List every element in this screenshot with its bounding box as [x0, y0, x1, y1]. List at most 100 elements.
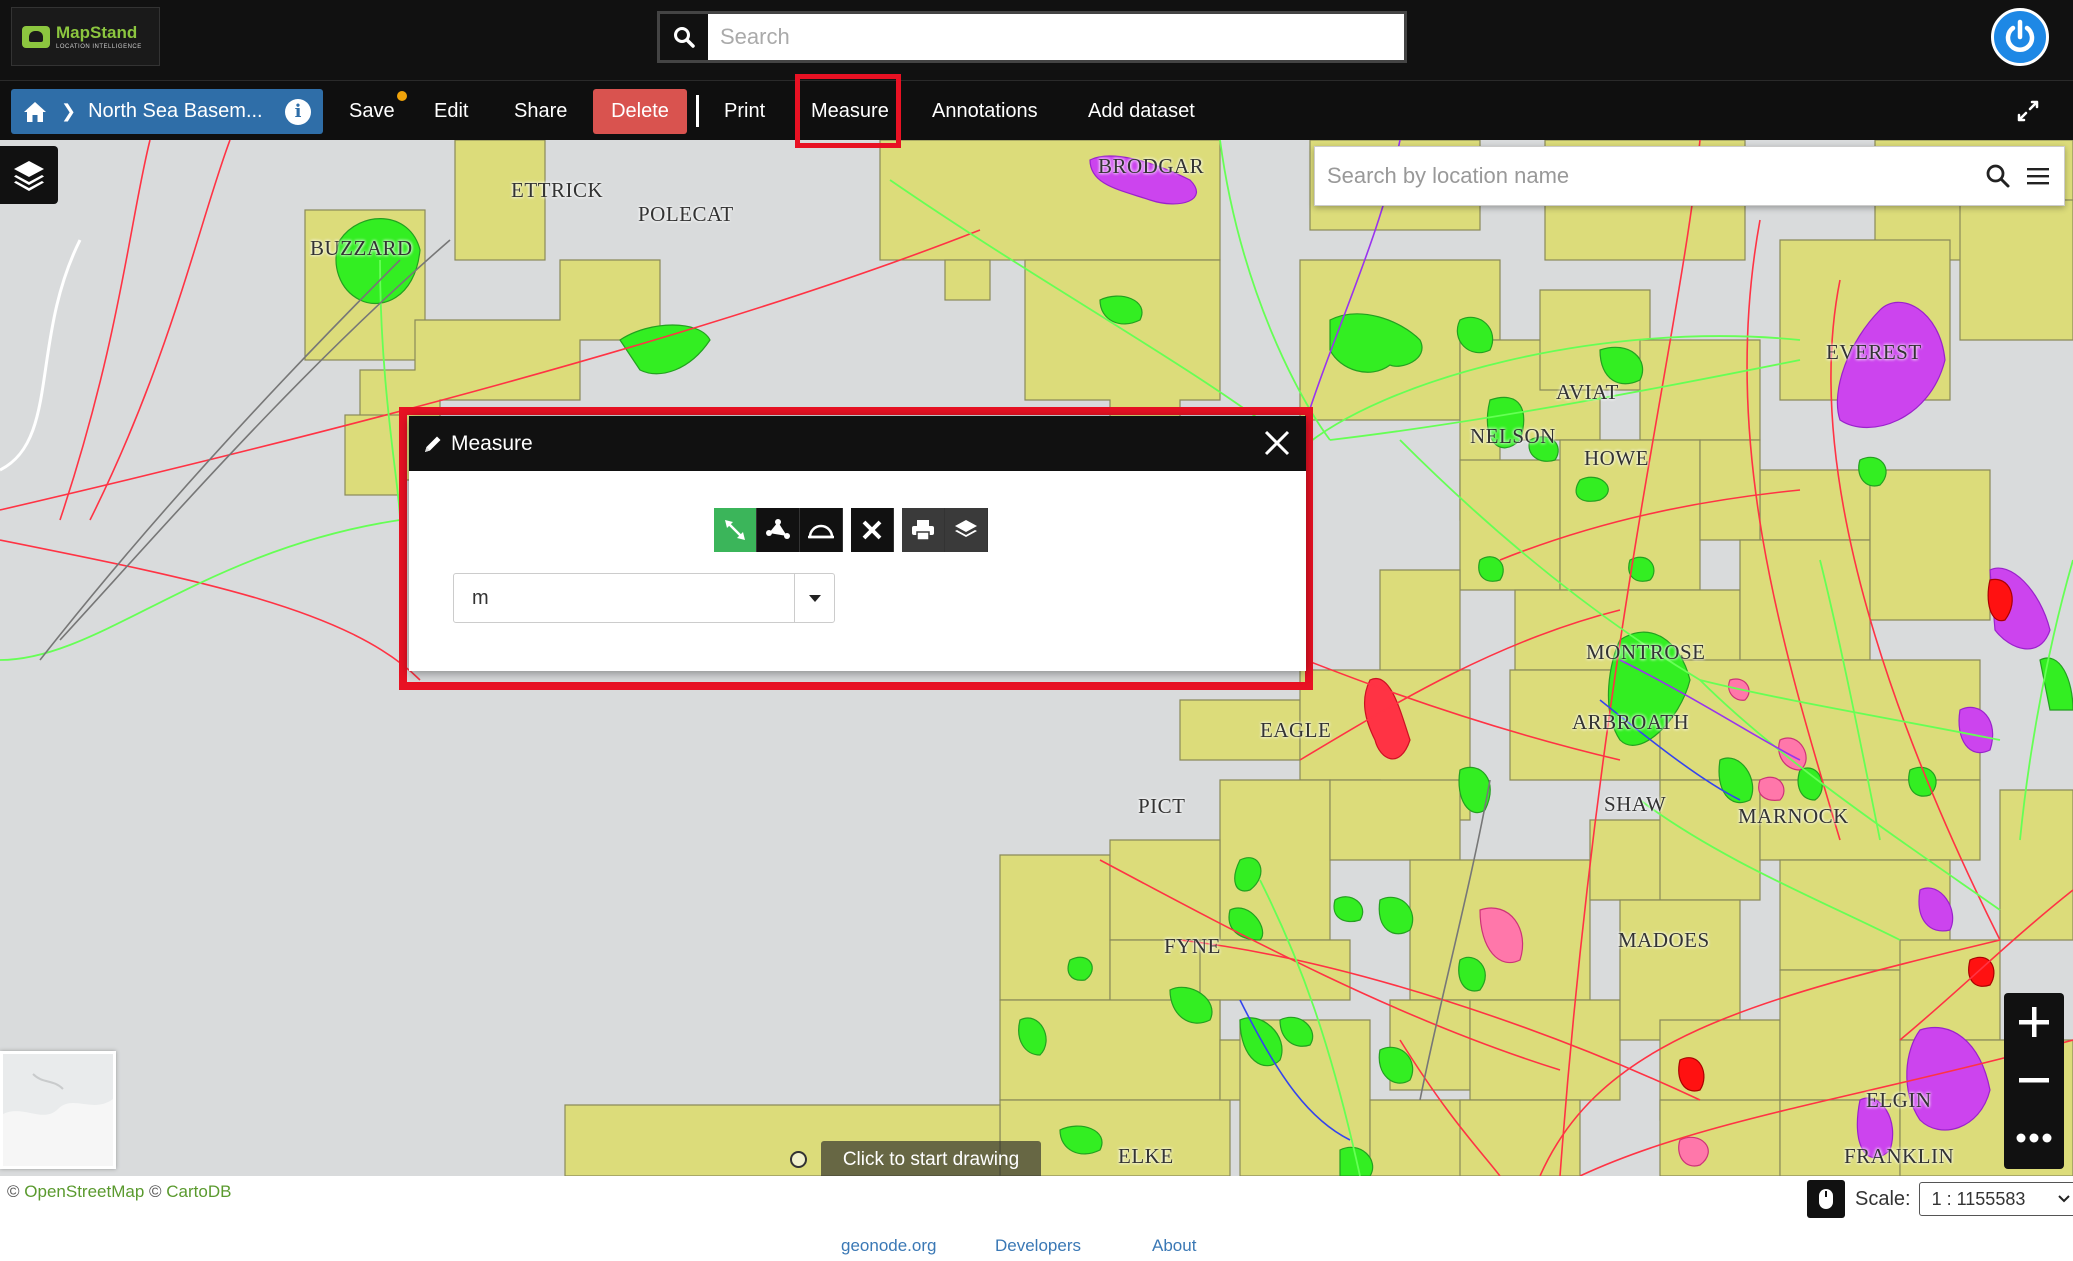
annotations-button[interactable]: Annotations [932, 81, 1038, 141]
map-label-shaw: SHAW [1604, 792, 1667, 816]
breadcrumb: ❯ North Sea Basem... i [11, 89, 323, 134]
map-label-elgin: ELGIN [1866, 1088, 1932, 1112]
measure-length-button[interactable] [714, 508, 757, 552]
cartodb-link[interactable]: CartoDB [166, 1182, 231, 1201]
zoom-controls [2004, 993, 2064, 1169]
minus-icon [2019, 1078, 2049, 1083]
measure-dialog-header[interactable]: Measure [409, 416, 1306, 471]
logo-tagline: LOCATION INTELLIGENCE [56, 43, 142, 50]
measure-button-highlight [795, 74, 901, 148]
layers-icon [14, 161, 44, 191]
map-label-arbroath: ARBROATH [1572, 710, 1690, 734]
delete-button[interactable]: Delete [593, 89, 687, 134]
map-title[interactable]: North Sea Basem... [88, 100, 285, 123]
mouse-icon [1819, 1189, 1833, 1209]
measure-toolbar [714, 508, 988, 552]
zoom-out-button[interactable] [2004, 1051, 2064, 1109]
print-measure-button[interactable] [902, 508, 945, 552]
map-label-aviat: AVIAT [1556, 380, 1619, 404]
search-button[interactable] [660, 14, 708, 60]
share-button[interactable]: Share [514, 81, 567, 141]
map-label-montrose: MONTROSE [1586, 640, 1706, 664]
map-label-brodgar: BRODGAR [1098, 154, 1205, 178]
save-button[interactable]: Save [349, 81, 407, 141]
edit-button[interactable]: Edit [434, 81, 468, 141]
search-input[interactable] [708, 14, 1404, 60]
add-dataset-button[interactable]: Add dataset [1088, 81, 1195, 141]
mapstand-logo[interactable]: MapStand LOCATION INTELLIGENCE [11, 7, 160, 66]
clear-measure-button[interactable] [851, 508, 894, 552]
search-icon[interactable] [1978, 156, 2018, 196]
info-icon[interactable]: i [285, 98, 311, 125]
pencil-icon [423, 434, 443, 454]
save-label: Save [349, 99, 395, 122]
draw-hint-tooltip: Click to start drawing [821, 1141, 1041, 1179]
geonode-link[interactable]: geonode.org [841, 1236, 936, 1256]
menu-divider [696, 95, 699, 127]
draw-cursor-marker [790, 1151, 807, 1168]
map-label-nelson: NELSON [1470, 424, 1556, 448]
map-label-pict: PICT [1138, 794, 1186, 818]
location-search-input[interactable] [1315, 163, 1978, 189]
close-icon[interactable] [1262, 428, 1292, 458]
attribution-copyright: © [7, 1182, 20, 1201]
clear-icon [862, 520, 882, 540]
hamburger-menu-icon[interactable] [2018, 156, 2058, 196]
measure-bearing-button[interactable] [800, 508, 843, 552]
search-icon [674, 27, 695, 48]
location-search [1314, 146, 2065, 206]
measure-area-button[interactable] [757, 508, 800, 552]
measure-dialog-title: Measure [451, 431, 533, 455]
plus-icon [2019, 1007, 2049, 1037]
measure-bearing-icon [808, 524, 834, 539]
map-label-fyne: FYNE [1164, 934, 1221, 958]
measure-length-icon [725, 520, 745, 540]
scale-value: 1 : 1155583 [1931, 1188, 2026, 1209]
unit-value: m [472, 586, 489, 609]
measure-dialog: Measure m [409, 416, 1306, 671]
map-label-franklin: FRANKLIN [1844, 1144, 1955, 1168]
top-bar: MapStand LOCATION INTELLIGENCE [0, 0, 2073, 80]
map-attribution: © OpenStreetMap © CartoDB [7, 1182, 231, 1202]
unit-select[interactable]: m [453, 573, 835, 623]
user-menu-button[interactable] [1991, 8, 2049, 66]
global-search [657, 11, 1407, 63]
more-tools-button[interactable] [2004, 1109, 2064, 1167]
about-link[interactable]: About [1152, 1236, 1196, 1256]
chevron-down-icon [2052, 1194, 2073, 1204]
scale-label: Scale: [1855, 1187, 1911, 1210]
power-icon [2005, 19, 2035, 52]
map-label-ettrick: ETTRICK [511, 178, 604, 202]
scale-select[interactable]: 1 : 1155583 [1918, 1182, 2073, 1216]
fullscreen-icon[interactable] [2016, 99, 2040, 123]
unsaved-indicator [396, 91, 407, 101]
developers-link[interactable]: Developers [995, 1236, 1081, 1256]
logo-name: MapStand [56, 22, 138, 42]
overview-minimap[interactable] [0, 1051, 116, 1169]
osm-link[interactable]: OpenStreetMap [24, 1182, 144, 1201]
more-dots-icon [2016, 1133, 2052, 1143]
logo-icon [22, 25, 50, 48]
map-label-marnock: MARNOCK [1738, 804, 1849, 828]
print-icon [912, 520, 934, 541]
layers-button[interactable] [0, 146, 58, 204]
export-layer-button[interactable] [945, 508, 988, 552]
map-menu-bar: ❯ North Sea Basem... i Save Edit Share D… [0, 80, 2073, 140]
map-label-polecat: POLECAT [638, 202, 734, 226]
scale-control: Scale: 1 : 1155583 [1807, 1179, 2073, 1219]
chevron-right-icon: ❯ [61, 101, 77, 121]
map-label-elke: ELKE [1118, 1144, 1174, 1168]
mouse-position-button[interactable] [1807, 1180, 1845, 1218]
caret-down-icon[interactable] [794, 574, 834, 622]
measure-area-icon [766, 519, 790, 539]
home-icon[interactable] [23, 101, 49, 123]
zoom-in-button[interactable] [2004, 993, 2064, 1051]
map-label-howe: HOWE [1584, 446, 1649, 470]
attribution-copyright: © [149, 1182, 162, 1201]
map-label-madoes: MADOES [1618, 928, 1710, 952]
footer: © OpenStreetMap © CartoDB geonode.org De… [0, 1176, 2073, 1261]
map-label-eagle: EAGLE [1260, 718, 1332, 742]
map-label-buzzard: BUZZARD [310, 236, 413, 260]
print-button[interactable]: Print [724, 81, 765, 141]
map-label-everest: EVEREST [1826, 340, 1922, 364]
